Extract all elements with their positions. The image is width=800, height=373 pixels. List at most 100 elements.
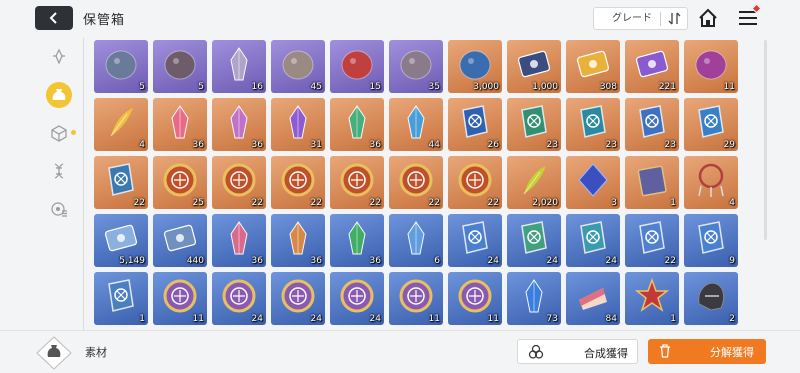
inventory-item[interactable]: 16 <box>212 40 266 93</box>
dismantle-acquire-button[interactable]: 分解獲得 <box>648 339 766 364</box>
inventory-item[interactable]: 6 <box>389 214 443 267</box>
inventory-item[interactable]: 5 <box>153 40 207 93</box>
inventory-item[interactable]: 24 <box>448 214 502 267</box>
inventory-item[interactable]: 84 <box>566 272 620 325</box>
item-count: 6 <box>434 256 440 266</box>
inventory-item[interactable]: 36 <box>330 214 384 267</box>
sun-medal-icon <box>163 163 197 197</box>
category-disc[interactable] <box>46 196 72 222</box>
inventory-item[interactable]: 73 <box>507 272 561 325</box>
inventory-item[interactable]: 23 <box>507 98 561 151</box>
data-card-icon <box>517 50 551 78</box>
inventory-item[interactable]: 44 <box>389 98 443 151</box>
rune-book-icon <box>108 163 134 196</box>
item-count: 24 <box>546 256 558 266</box>
inventory-item[interactable]: 1 <box>625 272 679 325</box>
compose-icon <box>528 344 544 359</box>
silver-medal-icon <box>222 279 256 313</box>
item-count: 22 <box>369 198 381 208</box>
inventory-item[interactable]: 2 <box>684 272 738 325</box>
inventory-item[interactable]: 23 <box>625 98 679 151</box>
inventory-item[interactable]: 24 <box>566 214 620 267</box>
inventory-item[interactable]: 5,149 <box>94 214 148 267</box>
inventory-item[interactable]: 3 <box>566 156 620 209</box>
home-icon[interactable] <box>697 7 719 29</box>
inventory-item[interactable]: 4 <box>684 156 738 209</box>
inventory-item[interactable]: 2,020 <box>507 156 561 209</box>
inventory-item[interactable]: 440 <box>153 214 207 267</box>
item-count: 11 <box>723 82 735 92</box>
inventory-item[interactable]: 36 <box>212 214 266 267</box>
category-material[interactable] <box>46 82 72 108</box>
red-star-badge-icon <box>634 277 670 312</box>
inventory-item[interactable]: 308 <box>566 40 620 93</box>
crystal-outline-icon <box>53 48 65 65</box>
item-count: 22 <box>310 198 322 208</box>
compose-acquire-button[interactable]: 合成獲得 <box>517 339 638 364</box>
inventory-item[interactable]: 24 <box>212 272 266 325</box>
inventory-item[interactable]: 35 <box>389 40 443 93</box>
sort-label: グレード <box>612 13 652 24</box>
inventory-item[interactable]: 11 <box>153 272 207 325</box>
inventory-item[interactable]: 22 <box>212 156 266 209</box>
item-count: 1 <box>139 314 145 324</box>
inventory-item[interactable]: 22 <box>389 156 443 209</box>
inventory-item[interactable]: 29 <box>684 98 738 151</box>
item-count: 73 <box>546 314 558 324</box>
blue-sword-book-icon <box>639 221 665 254</box>
inventory-item[interactable]: 15 <box>330 40 384 93</box>
inventory-item[interactable]: 22 <box>625 214 679 267</box>
inventory-item[interactable]: 45 <box>271 40 325 93</box>
item-count: 221 <box>658 82 676 92</box>
inventory-item[interactable]: 1,000 <box>507 40 561 93</box>
inventory-item[interactable]: 11 <box>684 40 738 93</box>
inventory-item[interactable]: 22 <box>271 156 325 209</box>
inventory-item[interactable]: 11 <box>448 272 502 325</box>
inventory-item[interactable]: 36 <box>271 214 325 267</box>
item-count: 1 <box>670 314 676 324</box>
item-count: 36 <box>310 256 322 266</box>
item-count: 5 <box>139 82 145 92</box>
inventory-item[interactable]: 36 <box>153 98 207 151</box>
inventory-item[interactable]: 11 <box>389 272 443 325</box>
inventory-item[interactable]: 1 <box>625 156 679 209</box>
orange-shard-icon <box>289 221 307 255</box>
item-count: 15 <box>369 82 381 92</box>
category-cube[interactable] <box>46 120 72 146</box>
sort-dropdown[interactable]: グレード <box>593 7 688 30</box>
item-count: 24 <box>487 256 499 266</box>
inventory-item[interactable]: 4 <box>94 98 148 151</box>
inventory-item[interactable]: 36 <box>212 98 266 151</box>
inventory-item[interactable]: 24 <box>507 214 561 267</box>
item-count: 36 <box>251 140 263 150</box>
inventory-item[interactable]: 9 <box>684 214 738 267</box>
item-count: 24 <box>605 256 617 266</box>
item-count: 22 <box>428 198 440 208</box>
back-button[interactable] <box>35 6 73 30</box>
inventory-item[interactable]: 1 <box>94 272 148 325</box>
inventory-item[interactable]: 24 <box>271 272 325 325</box>
sort-divider <box>660 12 661 26</box>
blue-diamond-icon <box>578 163 608 197</box>
inventory-item[interactable]: 31 <box>271 98 325 151</box>
inventory-item[interactable]: 25 <box>153 156 207 209</box>
scrollbar[interactable] <box>764 40 767 240</box>
inventory-item[interactable]: 22 <box>94 156 148 209</box>
category-crystal[interactable] <box>46 44 72 70</box>
inventory-item[interactable]: 3,000 <box>448 40 502 93</box>
inventory-item[interactable]: 23 <box>566 98 620 151</box>
silver-medal-icon <box>458 279 492 313</box>
inventory-item[interactable]: 24 <box>330 272 384 325</box>
dna-icon <box>54 163 64 179</box>
item-count: 3,000 <box>473 82 499 92</box>
inventory-item[interactable]: 5 <box>94 40 148 93</box>
inventory-item[interactable]: 26 <box>448 98 502 151</box>
category-dna[interactable] <box>46 158 72 184</box>
inventory-item[interactable]: 221 <box>625 40 679 93</box>
inventory-item[interactable]: 22 <box>448 156 502 209</box>
rune-book-icon <box>108 279 134 312</box>
item-count: 36 <box>369 140 381 150</box>
inventory-item[interactable]: 22 <box>330 156 384 209</box>
sort-order-icon[interactable] <box>667 11 682 26</box>
inventory-item[interactable]: 36 <box>330 98 384 151</box>
